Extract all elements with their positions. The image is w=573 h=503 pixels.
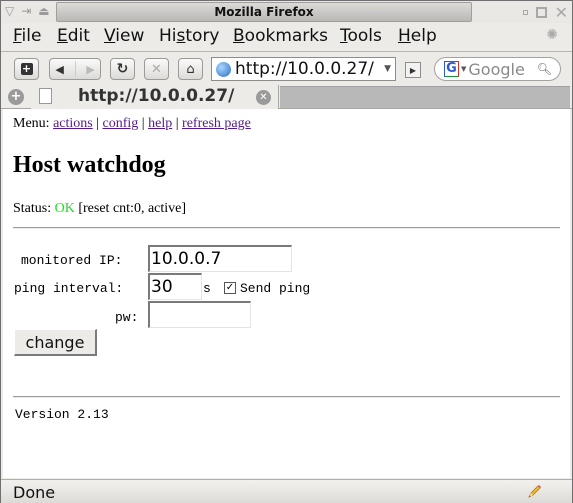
tab-bar: + http://10.0.0.27/ ✕ xyxy=(1,85,572,109)
home-button[interactable]: ⌂ xyxy=(178,58,203,80)
menu-prefix: Menu: xyxy=(13,116,50,131)
menu-view[interactable]: View xyxy=(104,26,144,46)
navigation-toolbar: + ◀ ▶ ↻ ✕ ⌂ http://10.0.0.27/ ▼ ▶ G ▼ Go… xyxy=(1,53,572,85)
menu-bar: File Edit View History Bookmarks Tools H… xyxy=(1,23,572,52)
ping-interval-label: ping interval: xyxy=(14,281,124,296)
stop-button[interactable]: ✕ xyxy=(144,58,169,80)
forward-arrow-icon[interactable]: ▶ xyxy=(86,63,94,76)
link-refresh-page[interactable]: refresh page xyxy=(182,116,251,131)
page-title: Host watchdog xyxy=(13,152,166,178)
url-input[interactable]: http://10.0.0.27/ xyxy=(235,59,384,79)
stop-icon: ✕ xyxy=(151,61,162,77)
go-arrow-icon: ▶ xyxy=(409,65,417,75)
plus-square-icon: + xyxy=(20,62,33,75)
new-tab-button[interactable]: + xyxy=(14,58,39,80)
back-forward-button[interactable]: ◀ ▶ xyxy=(49,58,101,80)
menu-separator: | xyxy=(141,116,145,131)
version-text: Version 2.13 xyxy=(15,407,109,422)
google-engine-icon[interactable]: G xyxy=(444,61,459,77)
maximize-icon[interactable] xyxy=(535,7,547,18)
search-bar[interactable]: G ▼ Google 🔍︎ xyxy=(434,57,561,81)
window-menu-icon[interactable]: ▽ xyxy=(5,4,14,18)
window-pin-icon[interactable]: ⇥ xyxy=(21,4,31,18)
window-title: Mozilla Firefox xyxy=(56,2,472,22)
reload-icon: ↻ xyxy=(116,61,129,77)
browser-window: ▽ ⇥ ⏏ Mozilla Firefox ✕ File Edit View H… xyxy=(0,0,573,503)
divider xyxy=(13,227,560,229)
ping-interval-input[interactable] xyxy=(148,273,202,300)
minimize-icon[interactable] xyxy=(522,10,528,15)
change-button[interactable]: change xyxy=(14,329,97,356)
pencil-icon[interactable] xyxy=(526,484,542,500)
link-help[interactable]: help xyxy=(148,116,172,131)
url-dropdown-icon[interactable]: ▼ xyxy=(384,64,391,74)
menu-help[interactable]: Help xyxy=(398,26,437,46)
search-engine-dropdown-icon[interactable]: ▼ xyxy=(461,65,466,73)
monitored-ip-label: monitored IP: xyxy=(21,253,123,268)
monitored-ip-input[interactable] xyxy=(148,245,292,272)
window-right-controls: ✕ xyxy=(522,3,568,22)
page-menu: Menu: actions | config | help | refresh … xyxy=(13,116,251,132)
window-left-controls: ▽ ⇥ ⏏ xyxy=(5,4,50,18)
send-ping-checkbox[interactable]: ✓ xyxy=(224,282,236,294)
menu-history[interactable]: History xyxy=(159,26,220,46)
link-config[interactable]: config xyxy=(103,116,139,131)
tab-close-icon[interactable]: ✕ xyxy=(256,90,271,105)
back-arrow-icon[interactable]: ◀ xyxy=(55,63,63,76)
menu-separator: | xyxy=(175,116,179,131)
menu-file[interactable]: File xyxy=(13,26,41,46)
status-text: Done xyxy=(13,483,56,502)
go-button[interactable]: ▶ xyxy=(405,62,421,78)
tab-strip-empty xyxy=(280,86,570,108)
link-actions[interactable]: actions xyxy=(53,116,93,131)
pw-input[interactable] xyxy=(148,301,251,328)
search-input[interactable]: Google xyxy=(468,60,536,79)
page-content: Menu: actions | config | help | refresh … xyxy=(3,109,570,478)
divider xyxy=(13,396,560,398)
menu-tools[interactable]: Tools xyxy=(340,26,382,46)
site-globe-icon xyxy=(216,61,231,77)
home-icon: ⌂ xyxy=(186,61,195,77)
menu-bookmarks[interactable]: Bookmarks xyxy=(233,26,328,46)
throbber-icon: ✺ xyxy=(546,27,558,43)
status-line: Status: OK [reset cnt:0, active] xyxy=(13,201,186,217)
status-detail: [reset cnt:0, active] xyxy=(78,201,187,216)
page-icon xyxy=(39,88,52,104)
send-ping-label: Send ping xyxy=(240,281,311,296)
title-bar: ▽ ⇥ ⏏ Mozilla Firefox ✕ xyxy=(1,1,572,23)
search-icon[interactable]: 🔍︎ xyxy=(537,62,552,76)
reload-button[interactable]: ↻ xyxy=(110,58,135,80)
status-badge: OK xyxy=(54,201,75,216)
menu-separator: | xyxy=(96,116,100,131)
menu-edit[interactable]: Edit xyxy=(57,26,90,46)
pw-label: pw: xyxy=(115,310,139,325)
url-bar[interactable]: http://10.0.0.27/ ▼ xyxy=(211,57,396,81)
tab-title: http://10.0.0.27/ xyxy=(78,86,235,106)
tab-active[interactable]: http://10.0.0.27/ ✕ xyxy=(31,85,279,109)
ping-interval-unit: s xyxy=(203,281,211,296)
status-bar: Done xyxy=(1,479,572,503)
window-shade-icon[interactable]: ⏏ xyxy=(38,4,49,18)
status-label: Status: xyxy=(13,201,52,216)
close-window-icon[interactable]: ✕ xyxy=(555,3,568,22)
new-tab-plus-icon[interactable]: + xyxy=(8,89,24,105)
